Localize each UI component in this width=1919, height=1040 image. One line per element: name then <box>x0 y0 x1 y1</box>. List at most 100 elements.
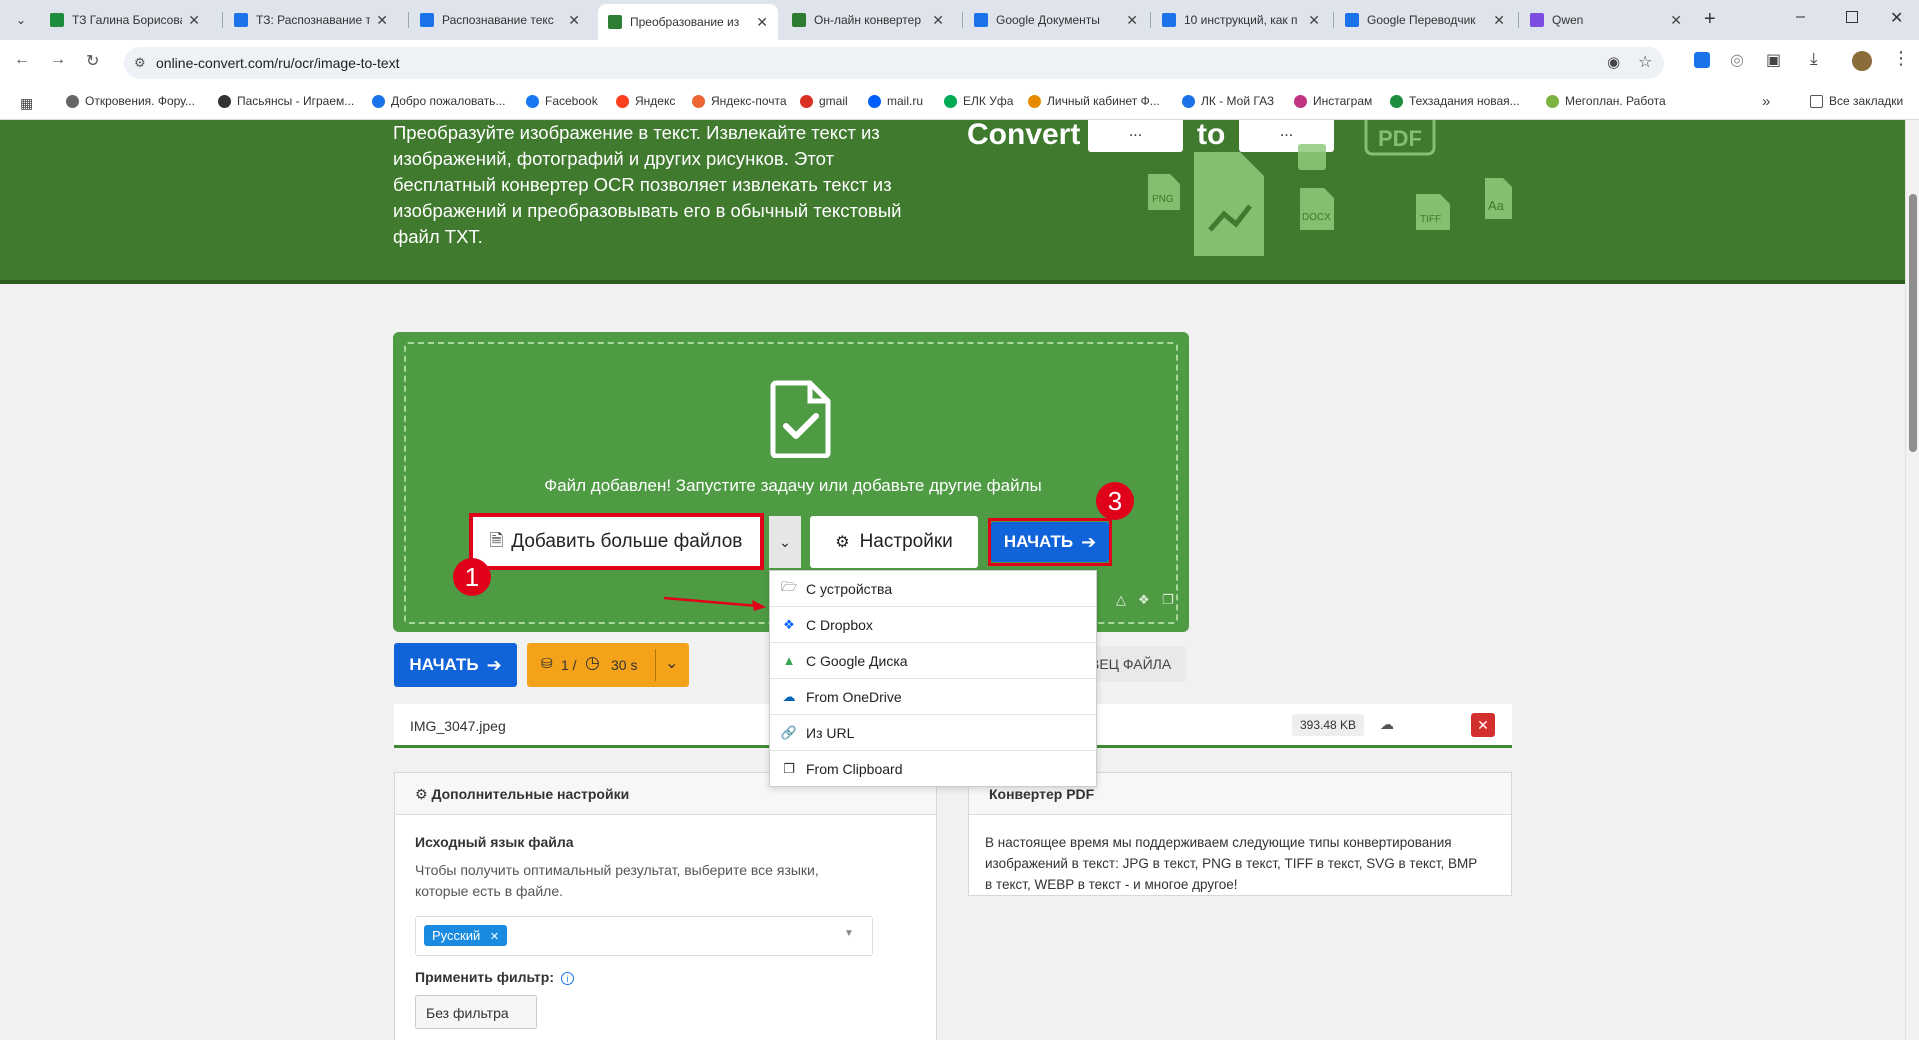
time-estimate: 30 s <box>611 657 638 673</box>
menu-item-dropbox[interactable]: ❖ С Dropbox <box>770 607 1096 643</box>
remove-tag-icon[interactable]: ✕ <box>490 931 499 943</box>
forward-icon[interactable]: → <box>50 51 66 69</box>
menu-item-google-drive[interactable]: ▲ С Google Диска <box>770 643 1096 679</box>
new-tab-button[interactable]: + <box>1704 8 1716 31</box>
close-icon[interactable]: ✕ <box>1670 12 1682 29</box>
extensions-icon[interactable]: ▣ <box>1766 50 1781 70</box>
minimize-button[interactable]: – <box>1796 8 1805 26</box>
close-icon[interactable]: ✕ <box>756 14 768 31</box>
chevron-down-icon[interactable]: ⌄ <box>665 653 678 673</box>
start-button[interactable]: НАЧАТЬ ➔ <box>394 643 517 687</box>
browser-tab[interactable]: 10 инструкций, как п ✕ <box>1152 5 1330 35</box>
credits-indicator[interactable]: ⛁ 1 / ◷ 30 s ⌄ <box>527 643 689 687</box>
upload-cloud-icon[interactable]: ☁ <box>1380 716 1394 733</box>
close-icon[interactable]: ✕ <box>1493 12 1505 29</box>
globe-icon[interactable]: ◎ <box>1730 50 1744 70</box>
close-icon[interactable]: ✕ <box>1308 12 1320 29</box>
close-icon[interactable]: ✕ <box>188 12 200 29</box>
bookmark-icon <box>218 94 231 108</box>
dropbox-icon[interactable]: ❖ <box>1138 592 1150 608</box>
back-icon[interactable]: ← <box>14 51 30 69</box>
settings-button[interactable]: ⚙ Настройки <box>810 516 978 568</box>
language-select[interactable]: Русский ✕ ▼ <box>415 916 873 956</box>
eye-off-icon[interactable]: ◉ <box>1607 53 1620 71</box>
download-icon[interactable]: ⤓ <box>1810 49 1818 69</box>
bookmark[interactable]: Мегоплан. Работа <box>1546 94 1666 108</box>
filter-select[interactable]: Без фильтра <box>415 995 537 1029</box>
sample-file-button[interactable]: ВЕЦ ФАЙЛА <box>1086 646 1186 682</box>
bookmark[interactable]: ЕЛК Уфа <box>944 94 1013 108</box>
info-icon[interactable]: i <box>560 972 574 985</box>
reload-icon[interactable]: ↻ <box>86 51 99 71</box>
star-icon[interactable]: ☆ <box>1638 52 1652 72</box>
address-toolbar: ← → ↻ ⚙ online-convert.com/ru/ocr/image-… <box>0 40 1919 86</box>
browser-tab[interactable]: Qwen ✕ <box>1520 5 1692 35</box>
facebook-icon <box>526 94 539 108</box>
bookmark[interactable]: Facebook <box>526 94 598 108</box>
scrollbar-track[interactable] <box>1905 120 1919 1040</box>
all-bookmarks[interactable]: Все закладки <box>1810 94 1903 108</box>
sheets-icon <box>1390 94 1403 108</box>
gears-icon: ⚙ <box>835 534 850 551</box>
address-bar[interactable]: ⚙ online-convert.com/ru/ocr/image-to-tex… <box>124 47 1664 79</box>
folder-icon <box>1810 94 1823 108</box>
close-icon[interactable]: ✕ <box>376 12 388 29</box>
google-drive-icon[interactable]: △ <box>1116 592 1126 608</box>
pdf-converter-panel: Конвертер PDF В настоящее время мы подде… <box>968 772 1512 896</box>
close-icon[interactable]: ✕ <box>568 12 580 29</box>
browser-tab-active[interactable]: Преобразование из ✕ <box>598 4 778 40</box>
annotation-badge-3: 3 <box>1096 482 1134 520</box>
menu-icon[interactable]: ⋮ <box>1892 48 1910 69</box>
bookmark[interactable]: Техзадания новая... <box>1390 94 1520 108</box>
bookmark[interactable]: Яндекс <box>616 94 675 108</box>
site-info-icon[interactable]: ⚙ <box>134 55 146 71</box>
browser-tab[interactable]: ТЗ: Распознавание т ✕ <box>224 5 398 35</box>
apps-icon[interactable]: ▦ <box>20 95 33 112</box>
close-icon[interactable]: ✕ <box>932 12 944 29</box>
clipboard-icon[interactable]: ❐ <box>1162 592 1174 608</box>
browser-tab[interactable]: Он-лайн конвертер ✕ <box>782 5 954 35</box>
scrollbar-thumb[interactable] <box>1909 194 1917 452</box>
bookmark[interactable]: gmail <box>800 94 848 108</box>
bookmark[interactable]: Личный кабинет Ф... <box>1028 94 1160 108</box>
browser-tab[interactable]: Google Документы ✕ <box>964 5 1148 35</box>
bookmark[interactable]: Откровения. Фору... <box>66 94 195 108</box>
browser-tab[interactable]: Распознавание текс ✕ <box>410 5 590 35</box>
menu-item-clipboard[interactable]: ❐ From Clipboard <box>770 751 1096 787</box>
menu-item-onedrive[interactable]: ☁ From OneDrive <box>770 679 1096 715</box>
bookmark[interactable]: Яндекс-почта <box>692 94 787 108</box>
avatar[interactable] <box>1852 51 1872 71</box>
bookmark[interactable]: Пасьянсы - Играем... <box>218 94 354 108</box>
menu-item-device[interactable]: 🗁 С устройства <box>770 571 1096 607</box>
bookmark[interactable]: Добро пожаловать... <box>372 94 505 108</box>
close-icon[interactable]: ✕ <box>1126 12 1138 29</box>
source-format-select[interactable]: ... <box>1088 120 1183 152</box>
text-file-icon: Aa <box>1485 178 1512 219</box>
more-bookmarks-icon[interactable]: » <box>1762 93 1770 110</box>
bookmarks-bar: ▦ Откровения. Фору... Пасьянсы - Играем.… <box>0 86 1919 120</box>
convert-label: Convert <box>967 120 1081 151</box>
arrow-right-icon: ➔ <box>486 654 502 675</box>
hero-divider <box>0 280 1905 284</box>
menu-item-url[interactable]: 🔗 Из URL <box>770 715 1096 751</box>
browser-tab-bar: ⌄ ТЗ Галина Борисова ✕ ТЗ: Распознавание… <box>0 0 1919 40</box>
url-text[interactable]: online-convert.com/ru/ocr/image-to-text <box>156 55 400 71</box>
bookmark[interactable]: Инстаграм <box>1294 94 1372 108</box>
maximize-button[interactable] <box>1846 11 1858 23</box>
close-window-button[interactable]: ✕ <box>1890 8 1903 28</box>
docs-icon <box>974 13 988 27</box>
file-check-icon <box>770 380 831 458</box>
tab-search-icon[interactable]: ⌄ <box>10 9 32 31</box>
google-drive-icon: ▲ <box>782 653 796 668</box>
bookmark[interactable]: ЛК - Мой ГАЗ <box>1182 94 1274 108</box>
browser-tab[interactable]: ТЗ Галина Борисова ✕ <box>40 5 210 35</box>
browser-tab[interactable]: Google Переводчик ✕ <box>1335 5 1515 35</box>
add-source-dropdown-toggle[interactable]: ⌄ <box>769 516 801 568</box>
docs-icon <box>234 13 248 27</box>
translate-extension-icon[interactable] <box>1694 52 1710 68</box>
bookmark[interactable]: mail.ru <box>868 94 923 108</box>
chevron-down-icon[interactable]: ▼ <box>844 928 854 939</box>
docx-icon: DOCX <box>1300 188 1334 230</box>
delete-file-button[interactable]: ✕ <box>1471 713 1495 737</box>
svg-text:TIFF: TIFF <box>1420 214 1441 225</box>
